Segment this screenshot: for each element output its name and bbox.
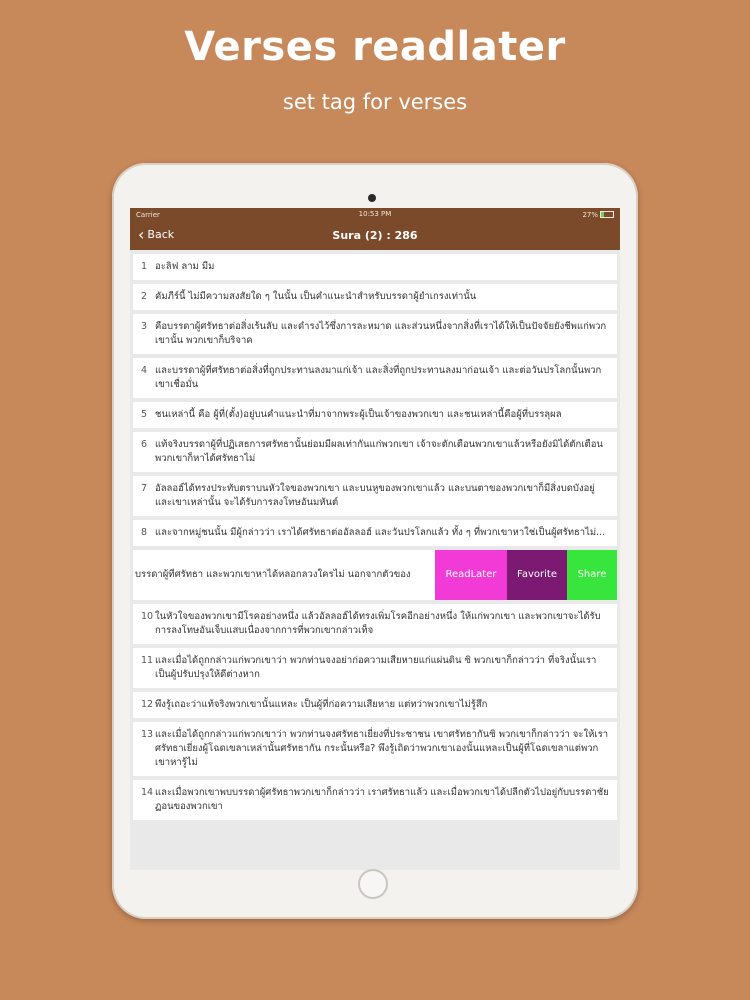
app-screen: Carrier 10:53 PM 27% ‹ Back Sura (2) : 2… <box>130 208 620 870</box>
verse-number: 4 <box>141 365 148 376</box>
verse-row[interactable]: 1 อะลิฟ ลาม มีม <box>133 254 617 280</box>
back-button[interactable]: ‹ Back <box>138 224 175 244</box>
verse-row[interactable]: 8 และจากหมู่ชนนั้น มีผู้กล่าวว่า เราได้ศร… <box>133 520 617 546</box>
battery-icon <box>600 211 614 218</box>
verse-row[interactable]: 6 แท้จริงบรรดาผู้ที่ปฏิเสธการศรัทธานั้นย่… <box>133 432 617 472</box>
verse-number: 3 <box>141 321 148 332</box>
camera-icon <box>368 194 376 202</box>
verse-row[interactable]: 2 คัมภีร์นี้ ไม่มีความสงสัยใด ๆ ในนั้น เป… <box>133 284 617 310</box>
verse-number: 11 <box>141 655 154 666</box>
verse-row[interactable]: 13 และเมื่อได้ถูกกล่าวแก่พวกเขาว่า พวกท่า… <box>133 722 617 776</box>
verse-number: 8 <box>141 527 148 538</box>
nav-title: Sura (2) : 286 <box>332 229 418 242</box>
verse-text: อัลลอฮ์ได้ทรงประทับตราบนหัวใจของพวกเขา แ… <box>155 483 595 508</box>
swiped-verse-text: บรรดาผู้ที่ศรัทธา และพวกเขาหาได้หลอกลวงใ… <box>135 569 411 580</box>
verse-list[interactable]: 1 อะลิฟ ลาม มีม 2 คัมภีร์นี้ ไม่มีความสงสัย… <box>130 250 620 820</box>
verse-number: 1 <box>141 261 148 272</box>
favorite-button[interactable]: Favorite <box>507 550 567 600</box>
verse-row[interactable]: 12 พึงรู้เถอะว่าแท้จริงพวกเขานั้นแหละ เป็… <box>133 692 617 718</box>
ipad-frame: Carrier 10:53 PM 27% ‹ Back Sura (2) : 2… <box>112 163 638 919</box>
verse-text: แท้จริงบรรดาผู้ที่ปฏิเสธการศรัทธานั้นย่อ… <box>155 439 603 464</box>
verse-text: พึงรู้เถอะว่าแท้จริงพวกเขานั้นแหละ เป็นผ… <box>155 699 488 710</box>
verse-row[interactable]: 4 และบรรดาผู้ที่ศรัทธาต่อสิ่งที่ถูกประทาน… <box>133 358 617 398</box>
verse-row[interactable]: 10 ในหัวใจของพวกเขามีโรคอย่างหนึ่ง แล้วอั… <box>133 604 617 644</box>
verse-row[interactable]: 3 คือบรรดาผู้ศรัทธาต่อสิ่งเร้นลับ และดำรง… <box>133 314 617 354</box>
verse-text: ชนเหล่านี้ คือ ผู้ที่(ตั้ง)อยู่บนคำแนะนำ… <box>155 409 562 420</box>
verse-text: และเมื่อได้ถูกกล่าวแก่พวกเขาว่า พวกท่านจ… <box>155 729 609 768</box>
back-label: Back <box>147 228 175 241</box>
verse-text: คือบรรดาผู้ศรัทธาต่อสิ่งเร้นลับ และดำรงไ… <box>155 321 607 346</box>
promo-headline: Verses readlater <box>184 24 566 70</box>
verse-text: ในหัวใจของพวกเขามีโรคอย่างหนึ่ง แล้วอัลล… <box>155 611 601 636</box>
verse-number: 6 <box>141 439 148 450</box>
verse-text: คัมภีร์นี้ ไม่มีความสงสัยใด ๆ ในนั้น เป็… <box>155 291 477 302</box>
verse-number: 10 <box>141 611 154 622</box>
verse-number: 5 <box>141 409 148 420</box>
status-bar: Carrier 10:53 PM 27% <box>130 208 620 221</box>
chevron-left-icon: ‹ <box>138 224 145 244</box>
home-button[interactable] <box>358 869 388 899</box>
verse-text: และจากหมู่ชนนั้น มีผู้กล่าวว่า เราได้ศรั… <box>155 527 606 538</box>
verse-row[interactable]: 5 ชนเหล่านี้ คือ ผู้ที่(ตั้ง)อยู่บนคำแนะน… <box>133 402 617 428</box>
navigation-bar: ‹ Back Sura (2) : 286 <box>130 221 620 250</box>
verse-row[interactable]: 7 อัลลอฮ์ได้ทรงประทับตราบนหัวใจของพวกเขา … <box>133 476 617 516</box>
status-time: 10:53 PM <box>358 210 392 218</box>
verse-number: 2 <box>141 291 148 302</box>
verse-text: และบรรดาผู้ที่ศรัทธาต่อสิ่งที่ถูกประทานล… <box>155 365 602 390</box>
share-button[interactable]: Share <box>567 550 617 600</box>
verse-row[interactable]: 14 และเมื่อพวกเขาพบบรรดาผู้ศรัทธาพวกเขาก็… <box>133 780 617 820</box>
verse-text: และเมื่อได้ถูกกล่าวแก่พวกเขาว่า พวกท่านจ… <box>155 655 597 680</box>
promo-subline: set tag for verses <box>282 90 468 114</box>
verse-row[interactable]: 11 และเมื่อได้ถูกกล่าวแก่พวกเขาว่า พวกท่า… <box>133 648 617 688</box>
swiped-verse-row[interactable]: บรรดาผู้ที่ศรัทธา และพวกเขาหาได้หลอกลวงใ… <box>133 550 617 600</box>
readlater-button[interactable]: ReadLater <box>435 550 507 600</box>
verse-number: 7 <box>141 483 148 494</box>
verse-number: 13 <box>141 729 154 740</box>
verse-text: และเมื่อพวกเขาพบบรรดาผู้ศรัทธาพวกเขาก็กล… <box>155 787 609 812</box>
verse-number: 14 <box>141 787 154 798</box>
verse-text: อะลิฟ ลาม มีม <box>155 261 215 272</box>
verse-number: 12 <box>141 699 154 710</box>
